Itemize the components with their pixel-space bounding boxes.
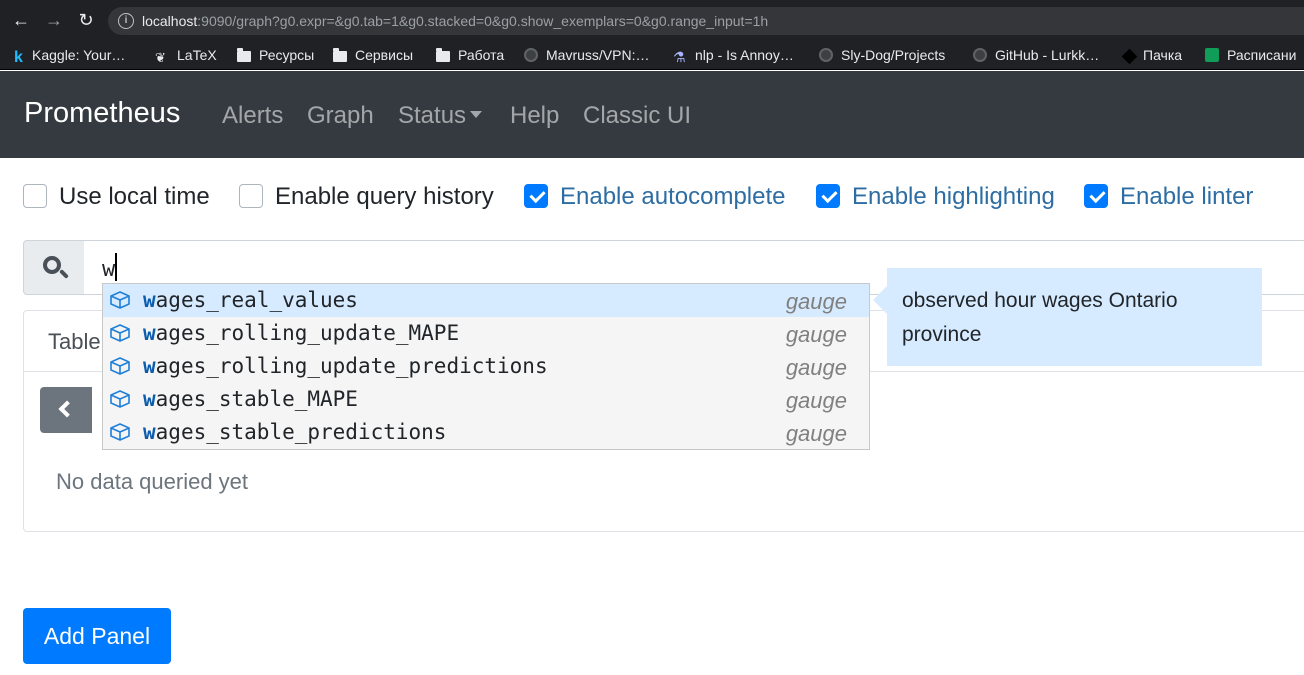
autocomplete-label: wages_real_values: [143, 288, 358, 312]
nav-status-label: Status: [398, 102, 467, 129]
autocomplete-item[interactable]: wages_stable_predictions gauge: [103, 416, 869, 449]
search-button[interactable]: [23, 240, 85, 295]
use-local-time-checkbox[interactable]: [23, 184, 47, 208]
bookmark-schedule[interactable]: Расписани: [1205, 46, 1296, 64]
nav-graph[interactable]: Graph: [307, 102, 374, 130]
nav-status-dropdown[interactable]: Status: [398, 102, 483, 130]
metric-type: gauge: [785, 322, 847, 347]
metric-type: gauge: [785, 289, 847, 314]
bookmarks-bar: k Kaggle: Your… ❦ LaTeX Ресурсы Сервисы Ра…: [0, 40, 1304, 70]
browser-toolbar: ← → ↻ i localhost:9090/graph?g0.expr=&g0…: [0, 0, 1304, 40]
tooltip-arrow: [873, 286, 887, 314]
tab-table[interactable]: Table: [48, 329, 101, 355]
highlighting-checkbox[interactable]: [816, 184, 840, 208]
autocomplete-info-tooltip: observed hour wages Ontario province: [873, 268, 1262, 366]
autocomplete-label: wages_stable_predictions: [143, 420, 447, 444]
sheets-icon: [1205, 48, 1219, 62]
github-icon: [524, 48, 538, 62]
expression-text: w: [102, 257, 116, 282]
autocomplete-item[interactable]: wages_rolling_update_predictions gauge: [103, 350, 869, 383]
previous-time-button[interactable]: [40, 387, 92, 433]
bookmark-folder-services[interactable]: Сервисы: [333, 46, 413, 64]
query-history-checkbox[interactable]: [239, 184, 263, 208]
bookmark-github-lurkk[interactable]: GitHub - Lurkk…: [973, 46, 1099, 64]
no-data-message: No data queried yet: [56, 469, 249, 494]
metric-cube-icon: [110, 390, 130, 408]
autocomplete-item[interactable]: wages_stable_MAPE gauge: [103, 383, 869, 416]
bookmark-folder-work[interactable]: Работа: [436, 46, 504, 64]
text-cursor: [115, 253, 117, 281]
nav-alerts[interactable]: Alerts: [222, 102, 283, 130]
bookmark-vpn[interactable]: Mavruss/VPN:…: [524, 46, 649, 64]
add-panel-button[interactable]: Add Panel: [23, 608, 171, 664]
metric-type: gauge: [785, 355, 847, 380]
overleaf-icon: ❦: [155, 50, 166, 65]
bookmark-latex[interactable]: ❦ LaTeX: [155, 46, 217, 65]
search-icon: [43, 256, 61, 274]
folder-icon: [436, 48, 450, 62]
metric-help-text: observed hour wages Ontario province: [902, 289, 1178, 346]
autocomplete-item[interactable]: wages_real_values gauge: [103, 284, 869, 317]
bookmark-sly-dog[interactable]: Sly-Dog/Projects: [819, 46, 945, 64]
github-icon: [973, 48, 987, 62]
folder-icon: [237, 48, 251, 62]
bookmark-pachka[interactable]: Пачка: [1121, 46, 1182, 65]
metric-cube-icon: [110, 291, 130, 309]
metric-type: gauge: [785, 388, 847, 413]
bookmark-folder-resources[interactable]: Ресурсы: [237, 46, 314, 64]
nav-classic-ui[interactable]: Classic UI: [583, 102, 691, 130]
url-text: localhost:9090/graph?g0.expr=&g0.tab=1&g…: [142, 13, 769, 29]
search-icon-handle: [59, 269, 69, 279]
metric-cube-icon: [110, 423, 130, 441]
bookmark-kaggle[interactable]: k Kaggle: Your…: [14, 46, 125, 66]
metric-cube-icon: [110, 357, 130, 375]
folder-icon: [333, 48, 347, 62]
option-label: Enable autocomplete: [560, 183, 786, 210]
autocomplete-label: wages_rolling_update_MAPE: [143, 321, 460, 345]
autocomplete-label: wages_stable_MAPE: [143, 387, 358, 411]
nav-help[interactable]: Help: [510, 102, 559, 130]
option-label: Use local time: [59, 183, 210, 210]
address-bar[interactable]: i localhost:9090/graph?g0.expr=&g0.tab=1…: [108, 7, 1304, 35]
option-label: Enable query history: [275, 183, 494, 210]
github-icon: [819, 48, 833, 62]
chevron-left-icon: [58, 400, 76, 418]
reload-icon[interactable]: ↻: [75, 9, 97, 31]
autocomplete-label: wages_rolling_update_predictions: [143, 354, 548, 378]
metric-cube-icon: [110, 324, 130, 342]
brand-logo[interactable]: Prometheus: [24, 97, 180, 130]
autocomplete-checkbox[interactable]: [524, 184, 548, 208]
site-info-icon[interactable]: i: [118, 13, 134, 29]
kaggle-icon: k: [14, 49, 23, 66]
option-label: Enable highlighting: [852, 183, 1055, 210]
metric-type: gauge: [785, 421, 847, 446]
stackexchange-icon: ⚗: [673, 49, 686, 65]
forward-arrow-icon[interactable]: →: [43, 9, 65, 31]
linter-checkbox[interactable]: [1084, 184, 1108, 208]
bookmark-nlp[interactable]: ⚗ nlp - Is Annoy…: [673, 46, 794, 65]
autocomplete-item[interactable]: wages_rolling_update_MAPE gauge: [103, 317, 869, 350]
top-navbar: Prometheus Alerts Graph Status Help Clas…: [0, 71, 1304, 158]
autocomplete-list: wages_real_values gauge wages_rolling_up…: [102, 283, 870, 450]
option-label: Enable linter: [1120, 183, 1254, 210]
pachca-icon: [1121, 48, 1138, 65]
back-arrow-icon[interactable]: ←: [10, 9, 32, 31]
caret-down-icon: [470, 111, 483, 118]
